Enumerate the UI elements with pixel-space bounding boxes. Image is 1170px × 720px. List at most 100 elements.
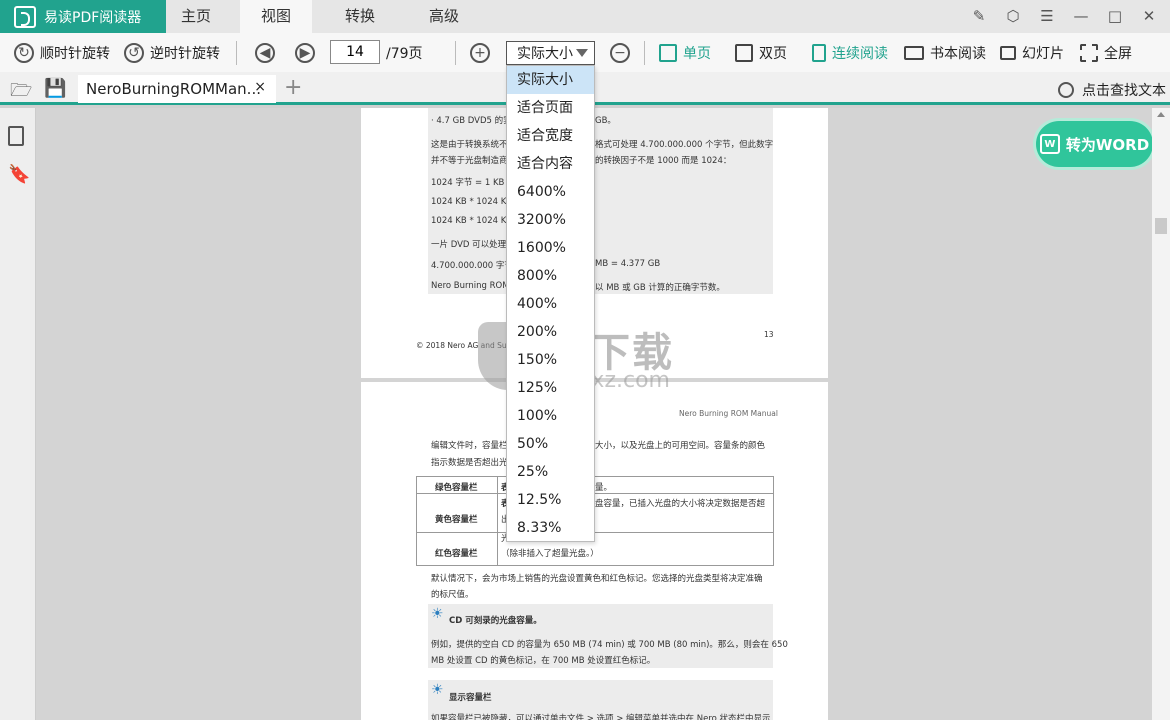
zoom-option[interactable]: 150%	[507, 346, 594, 374]
menu-home[interactable]: 主页	[166, 0, 226, 33]
zoom-option[interactable]: 125%	[507, 374, 594, 402]
divider	[236, 41, 237, 65]
fullscreen-button[interactable]: 全屏	[1080, 33, 1132, 72]
thumbnails-icon[interactable]	[8, 126, 24, 146]
prev-page-button[interactable]: ◀	[255, 33, 275, 72]
next-page-button[interactable]: ▶	[295, 33, 315, 72]
zoom-option[interactable]: 12.5%	[507, 486, 594, 514]
search-icon	[1058, 82, 1074, 98]
page-text: 指示数据是否超出光	[431, 458, 508, 468]
page-text: MB 处设置 CD 的黄色标记，在 700 MB 处设置红色标记。	[431, 656, 656, 666]
feedback-icon[interactable]: ✎	[968, 5, 990, 27]
document-tab[interactable]: NeroBurningROMMan... ×	[78, 75, 276, 103]
zoom-option[interactable]: 50%	[507, 430, 594, 458]
save-icon[interactable]: 💾	[44, 78, 66, 99]
page-text: 大小，以及光盘上的可用空间。容量条的颜色	[595, 441, 766, 451]
divider	[455, 41, 456, 65]
double-page-button[interactable]: 双页	[735, 33, 787, 72]
menu-icon[interactable]: ☰	[1036, 5, 1058, 27]
menu-view[interactable]: 视图	[240, 0, 312, 33]
page-number-input[interactable]	[330, 40, 380, 64]
zoom-out-icon: −	[610, 42, 630, 63]
vertical-scrollbar[interactable]	[1152, 108, 1170, 720]
zoom-option[interactable]: 100%	[507, 402, 594, 430]
zoom-option[interactable]: 3200%	[507, 206, 594, 234]
page-text: GB。	[595, 116, 616, 126]
continuous-button[interactable]: 连续阅读	[812, 33, 888, 72]
page-text: 以 MB 或 GB 计算的正确字节数。	[595, 283, 725, 293]
rotate-cw-label: 顺时针旋转	[40, 45, 110, 62]
zoom-option[interactable]: 适合页面	[507, 94, 594, 122]
page-text: Nero Burning ROM	[431, 281, 510, 291]
fullscreen-icon	[1080, 43, 1098, 62]
page-total: /79页	[386, 45, 423, 62]
double-page-label: 双页	[759, 45, 787, 62]
menu-bar: 易读PDF阅读器 主页 视图 转换 高级 ✎ ⬡ ☰ — □ ✕	[0, 0, 1170, 33]
fullscreen-label: 全屏	[1104, 45, 1132, 62]
slideshow-icon	[1000, 45, 1016, 60]
minimize-icon[interactable]: —	[1070, 5, 1092, 27]
skin-icon[interactable]: ⬡	[1002, 5, 1024, 27]
zoom-option[interactable]: 实际大小	[507, 66, 594, 94]
maximize-icon[interactable]: □	[1104, 5, 1126, 27]
left-sidebar: 🔖	[0, 108, 36, 720]
tip-title: CD 可刻录的光盘容量。	[449, 616, 542, 626]
single-page-label: 单页	[683, 45, 711, 62]
zoom-option[interactable]: 适合内容	[507, 150, 594, 178]
capacity-table: 绿色容量栏 表 量。 黄色容量栏 表 盘容量，已插入光盘的大小将决定数据是否超 …	[416, 476, 774, 566]
app-logo-icon	[14, 5, 36, 28]
close-icon[interactable]: ✕	[1138, 5, 1160, 27]
bookmark-icon[interactable]: 🔖	[8, 164, 30, 185]
page-text: 的转换因子不是 1000 而是 1024：	[595, 156, 732, 166]
zoom-option[interactable]: 6400%	[507, 178, 594, 206]
open-folder-icon[interactable]: 🗁	[10, 78, 32, 108]
zoom-option[interactable]: 25%	[507, 458, 594, 486]
page-text: 一片 DVD 可以处理	[431, 240, 507, 250]
scroll-up-icon[interactable]	[1157, 112, 1165, 117]
scrollbar-thumb[interactable]	[1155, 218, 1167, 234]
book-mode-icon	[904, 45, 924, 60]
zoom-select[interactable]: 实际大小	[506, 41, 595, 65]
close-tab-icon[interactable]: ×	[254, 79, 266, 95]
lightbulb-icon: ☀	[431, 606, 444, 622]
chevron-down-icon	[576, 49, 588, 57]
continuous-icon	[812, 43, 826, 62]
page-text: 默认情况下，会为市场上销售的光盘设置黄色和红色标记。您选择的光盘类型将决定准确	[431, 574, 763, 584]
page-text: 4.700.000.000 字节	[431, 261, 513, 271]
find-text-button[interactable]: 点击查找文本	[1058, 80, 1166, 100]
rotate-ccw-button[interactable]: ↺ 逆时针旋转	[124, 33, 220, 72]
convert-to-word-button[interactable]: W 转为WORD	[1036, 121, 1153, 167]
continuous-label: 连续阅读	[832, 45, 888, 62]
zoom-option[interactable]: 适合宽度	[507, 122, 594, 150]
find-text-label: 点击查找文本	[1082, 83, 1166, 99]
zoom-option[interactable]: 400%	[507, 290, 594, 318]
zoom-out-button[interactable]: −	[610, 33, 630, 72]
table-cell: 量。	[595, 483, 613, 493]
single-page-button[interactable]: 单页	[659, 33, 711, 72]
page-text: 1024 字节 = 1 KB	[431, 178, 505, 188]
book-mode-button[interactable]: 书本阅读	[904, 33, 986, 72]
app-brand: 易读PDF阅读器	[0, 0, 166, 33]
page-text: 格式可处理 4.700.000.000 个字节，但此数字	[595, 140, 774, 150]
menu-advanced[interactable]: 高级	[414, 0, 474, 33]
prev-page-icon: ◀	[255, 42, 275, 63]
add-tab-icon[interactable]: +	[284, 75, 302, 100]
page-text: 如果容量栏已被隐藏，可以通过单击文件 > 选项 > 编辑菜单并选中在 Nero …	[431, 714, 771, 720]
zoom-in-button[interactable]: +	[470, 33, 490, 72]
slideshow-label: 幻灯片	[1022, 45, 1064, 62]
rotate-ccw-label: 逆时针旋转	[150, 45, 220, 62]
zoom-in-icon: +	[470, 42, 490, 63]
book-mode-label: 书本阅读	[930, 45, 986, 62]
app-title: 易读PDF阅读器	[44, 9, 142, 26]
page-text: · 4.7 GB DVD5 的实	[431, 116, 512, 126]
zoom-option[interactable]: 800%	[507, 262, 594, 290]
zoom-option[interactable]: 200%	[507, 318, 594, 346]
page-text: 并不等于光盘制造商	[431, 156, 508, 166]
menu-convert[interactable]: 转换	[330, 0, 390, 33]
word-icon: W	[1039, 134, 1060, 154]
rotate-cw-button[interactable]: ↻ 顺时针旋转	[14, 33, 110, 72]
slideshow-button[interactable]: 幻灯片	[1000, 33, 1064, 72]
zoom-option[interactable]: 1600%	[507, 234, 594, 262]
rotate-ccw-icon: ↺	[124, 42, 144, 63]
zoom-option[interactable]: 8.33%	[507, 514, 594, 542]
